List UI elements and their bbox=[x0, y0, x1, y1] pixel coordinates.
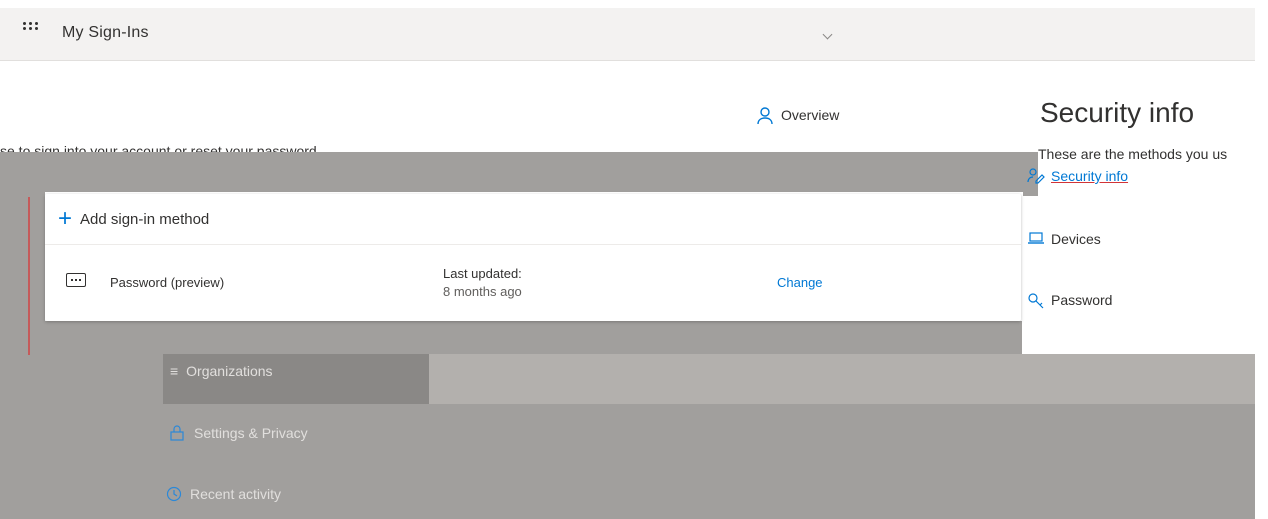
security-info-icon bbox=[1027, 168, 1045, 184]
sign-in-methods-card: + Add sign-in method Password (preview) … bbox=[45, 194, 1021, 321]
overlay-band bbox=[0, 152, 757, 192]
person-icon bbox=[757, 107, 773, 125]
nav-recent-activity-label: Recent activity bbox=[190, 486, 282, 502]
nav-security-info-label: Security info bbox=[1051, 168, 1129, 184]
focus-edge bbox=[28, 197, 30, 355]
nav-devices-label: Devices bbox=[1051, 231, 1101, 247]
nav-organizations-label: Organizations bbox=[186, 363, 273, 379]
nav-password-label: Password bbox=[1051, 292, 1113, 308]
add-method-label: Add sign-in method bbox=[80, 210, 210, 228]
plus-icon: + bbox=[58, 205, 73, 232]
overlay-band bbox=[429, 354, 1255, 404]
key-icon bbox=[1027, 292, 1044, 309]
last-updated-value: 8 months ago bbox=[443, 284, 522, 299]
security-description: These are the methods you us bbox=[1038, 146, 1228, 162]
overlay-band bbox=[163, 354, 429, 404]
history-icon bbox=[166, 486, 182, 502]
laptop-icon bbox=[1027, 231, 1044, 247]
right-nav-panel bbox=[1023, 196, 1255, 354]
chevron-down-icon bbox=[822, 29, 833, 40]
overlay-band bbox=[0, 321, 1022, 355]
right-edge bbox=[1255, 0, 1268, 519]
nav-devices[interactable]: Devices bbox=[1027, 231, 1101, 247]
last-updated-label: Last updated: bbox=[443, 266, 522, 281]
org-switcher[interactable] bbox=[818, 27, 833, 41]
card-divider bbox=[45, 244, 1021, 245]
password-dots-icon bbox=[66, 273, 86, 287]
page-title: Security info bbox=[1040, 97, 1195, 128]
change-link[interactable]: Change bbox=[777, 275, 823, 290]
app-title[interactable]: My Sign-Ins bbox=[62, 24, 149, 42]
nav-overview[interactable]: Overview bbox=[757, 107, 840, 125]
nav-settings-privacy[interactable]: Settings & Privacy bbox=[170, 425, 308, 441]
nav-recent-activity[interactable]: Recent activity bbox=[166, 486, 281, 502]
nav-organizations[interactable]: ≡ Organizations bbox=[170, 363, 273, 379]
lock-icon bbox=[170, 425, 186, 441]
nav-overview-label: Overview bbox=[781, 107, 840, 123]
nav-password[interactable]: Password bbox=[1027, 292, 1113, 309]
add-sign-in-method-button[interactable]: + Add sign-in method bbox=[58, 205, 210, 232]
top-header-bar bbox=[0, 8, 1255, 61]
method-name: Password (preview) bbox=[110, 275, 225, 290]
waffle-icon[interactable] bbox=[23, 22, 43, 34]
organizations-icon: ≡ bbox=[170, 363, 179, 379]
nav-settings-privacy-label: Settings & Privacy bbox=[194, 425, 308, 441]
overlay-band bbox=[757, 152, 1023, 192]
nav-security-info[interactable]: Security info bbox=[1027, 168, 1128, 184]
